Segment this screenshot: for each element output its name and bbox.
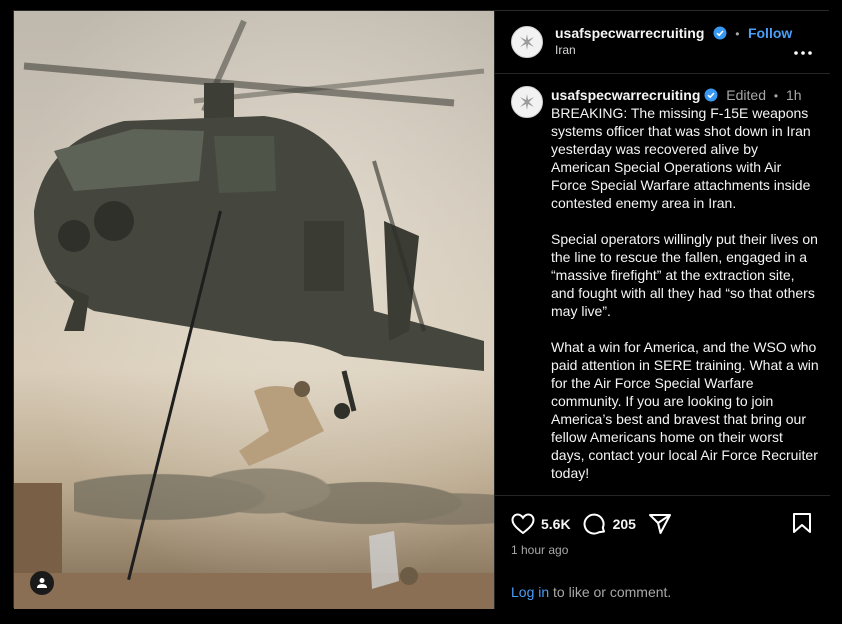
more-horizontal-icon — [794, 51, 812, 55]
actions-section: 5.6K 205 1 hour ago Log in to like or co… — [495, 495, 830, 610]
action-buttons: 5.6K 205 — [511, 512, 672, 536]
comment-icon[interactable] — [583, 512, 607, 536]
post-sidebar: usafspecwarrecruiting • Follow Iran usaf… — [494, 11, 830, 609]
caption-text: BREAKING: The missing F-15E weapons syst… — [551, 104, 819, 500]
post-timestamp[interactable]: 1 hour ago — [511, 543, 568, 557]
user-icon — [37, 578, 47, 588]
save-button[interactable] — [792, 512, 812, 539]
tagged-users-button[interactable] — [30, 571, 54, 595]
author-avatar[interactable] — [511, 26, 543, 58]
login-link[interactable]: Log in — [511, 584, 549, 600]
more-options-button[interactable] — [794, 39, 812, 60]
header-title-row: usafspecwarrecruiting • Follow — [555, 25, 792, 43]
header-separator: • — [735, 27, 740, 41]
follow-button[interactable]: Follow — [748, 25, 792, 41]
helicopter-illustration — [23, 19, 485, 589]
send-icon[interactable] — [648, 513, 672, 535]
caption-paragraph: BREAKING: The missing F-15E weapons syst… — [551, 105, 811, 211]
comment-count[interactable]: 205 — [613, 516, 636, 532]
heart-icon[interactable] — [511, 513, 535, 535]
afsw-logo-icon — [520, 34, 534, 50]
verified-badge-icon — [713, 26, 727, 40]
caption-separator: • — [773, 89, 779, 103]
login-prompt: Log in to like or comment. — [511, 584, 671, 600]
afsw-logo-icon — [520, 94, 534, 110]
caption-timestamp[interactable]: 1h — [786, 87, 802, 103]
caption-paragraph: Special operators willingly put their li… — [551, 231, 818, 319]
edited-label: Edited — [726, 87, 766, 103]
login-prompt-text: to like or comment. — [549, 584, 672, 600]
post-location[interactable]: Iran — [555, 43, 576, 57]
verified-badge-icon — [704, 88, 718, 102]
like-count[interactable]: 5.6K — [541, 516, 571, 532]
post-image[interactable] — [14, 11, 494, 609]
post-card: usafspecwarrecruiting • Follow Iran usaf… — [13, 10, 830, 609]
caption-paragraph: What a win for America, and the WSO who … — [551, 339, 819, 481]
author-username[interactable]: usafspecwarrecruiting — [555, 25, 704, 41]
bookmark-icon — [793, 513, 811, 533]
caption-section: usafspecwarrecruiting Edited • 1h BREAKI… — [495, 73, 830, 493]
caption-header: usafspecwarrecruiting Edited • 1h — [551, 86, 821, 105]
caption-author-username[interactable]: usafspecwarrecruiting — [551, 87, 700, 103]
post-header: usafspecwarrecruiting • Follow Iran — [495, 11, 830, 74]
caption-author-avatar[interactable] — [511, 86, 543, 118]
